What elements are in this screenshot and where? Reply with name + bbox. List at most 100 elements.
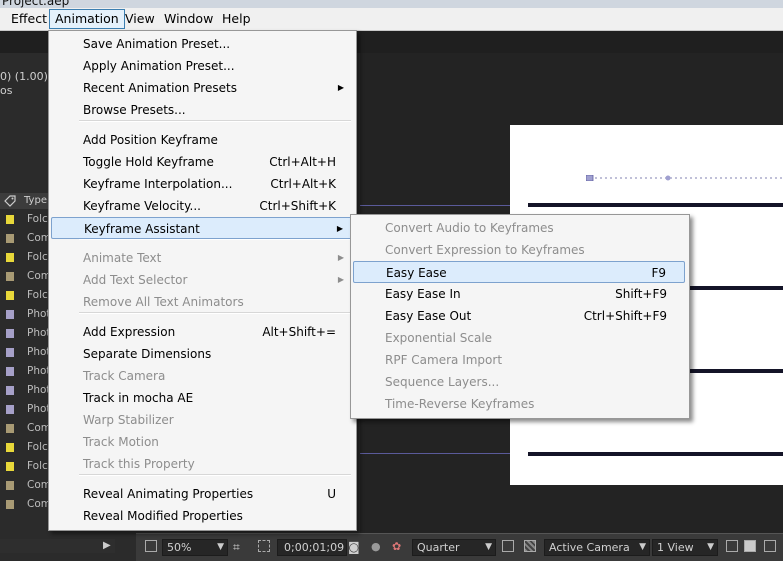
project-list-item[interactable]: Folc: [0, 286, 50, 305]
menu-item-track-in-mocha-ae[interactable]: Track in mocha AE: [51, 387, 352, 409]
menu-item-save-animation-preset[interactable]: Save Animation Preset...: [51, 33, 352, 55]
channel-icon[interactable]: ✿: [392, 540, 401, 553]
menu-item-remove-all-text-animators[interactable]: Remove All Text Animators: [51, 291, 352, 313]
label-color-swatch[interactable]: [6, 386, 14, 395]
view-layout-dropdown[interactable]: 1 View ▼: [652, 539, 718, 556]
fast-preview-icon[interactable]: [744, 540, 756, 552]
menu-item-keyframe-velocity[interactable]: Keyframe Velocity... Ctrl+Shift+K: [51, 195, 352, 217]
region-icon[interactable]: [145, 540, 157, 552]
tag-icon[interactable]: [4, 195, 16, 207]
label-color-swatch[interactable]: [6, 424, 14, 433]
menu-effect[interactable]: Effect: [6, 10, 52, 28]
keyframe-assistant-submenu: Convert Audio to Keyframes Convert Expres…: [350, 214, 690, 419]
toggle-pixel-icon[interactable]: [726, 540, 738, 552]
project-list-item[interactable]: Phot: [0, 400, 51, 419]
menu-item-browse-presets[interactable]: Browse Presets...: [51, 99, 352, 121]
label-color-swatch[interactable]: [6, 253, 14, 262]
submenu-item-easy-ease[interactable]: Easy Ease F9: [353, 261, 685, 283]
transparency-grid-icon[interactable]: [524, 540, 536, 552]
submenu-item-easy-ease-in[interactable]: Easy Ease In Shift+F9: [353, 283, 685, 305]
menu-item-add-expression[interactable]: Add Expression Alt+Shift+=: [51, 321, 352, 343]
submenu-item-rpf-camera-import[interactable]: RPF Camera Import: [353, 349, 685, 371]
submenu-item-convert-expression-to-keyframes[interactable]: Convert Expression to Keyframes: [353, 239, 685, 261]
project-scrollbar[interactable]: ▶: [0, 539, 115, 553]
label-color-swatch[interactable]: [6, 405, 14, 414]
scroll-right-icon[interactable]: ▶: [103, 540, 111, 551]
menu-item-track-motion[interactable]: Track Motion: [51, 431, 352, 453]
menu-item-label: Keyframe Interpolation...: [83, 177, 233, 191]
menu-item-shortcut: Ctrl+Alt+H: [269, 155, 336, 169]
menu-item-add-text-selector[interactable]: Add Text Selector ▶: [51, 269, 352, 291]
menu-item-label: Add Position Keyframe: [83, 133, 218, 147]
menu-item-separate-dimensions[interactable]: Separate Dimensions: [51, 343, 352, 365]
label-color-swatch[interactable]: [6, 329, 14, 338]
menu-item-reveal-animating-properties[interactable]: Reveal Animating Properties U: [51, 483, 352, 505]
project-list-item[interactable]: Phot: [0, 362, 51, 381]
type-column-header[interactable]: Type: [24, 195, 47, 206]
chevron-down-icon: ▼: [485, 542, 492, 552]
fit-icon[interactable]: ⌗: [233, 540, 240, 555]
label-color-swatch[interactable]: [6, 310, 14, 319]
show-snapshot-icon[interactable]: ●: [371, 540, 381, 553]
submenu-item-convert-audio-to-keyframes[interactable]: Convert Audio to Keyframes: [353, 217, 685, 239]
label-color-swatch[interactable]: [6, 481, 14, 490]
label-color-swatch[interactable]: [6, 272, 14, 281]
submenu-item-exponential-scale[interactable]: Exponential Scale: [353, 327, 685, 349]
motion-path[interactable]: [586, 175, 783, 181]
project-list-item[interactable]: Phot: [0, 381, 51, 400]
menu-item-track-camera[interactable]: Track Camera: [51, 365, 352, 387]
zoom-dropdown[interactable]: 50% ▼: [162, 539, 228, 556]
project-list-item[interactable]: Com: [0, 495, 51, 514]
menu-view[interactable]: View: [120, 10, 160, 28]
menu-window[interactable]: Window: [159, 10, 218, 28]
item-type: Folc: [27, 289, 48, 301]
menu-item-warp-stabilizer[interactable]: Warp Stabilizer: [51, 409, 352, 431]
label-color-swatch[interactable]: [6, 291, 14, 300]
label-color-swatch[interactable]: [6, 234, 14, 243]
resolution-dropdown[interactable]: Quarter ▼: [412, 539, 496, 556]
menu-item-recent-animation-presets[interactable]: Recent Animation Presets ▶: [51, 77, 352, 99]
safe-zones-icon[interactable]: [258, 540, 270, 552]
project-list-item[interactable]: Com: [0, 419, 51, 438]
menu-help[interactable]: Help: [217, 10, 256, 28]
project-list-item[interactable]: Com: [0, 229, 51, 248]
project-list-item[interactable]: Folc: [0, 248, 50, 267]
project-list-item[interactable]: Folc: [0, 457, 50, 476]
project-list-item[interactable]: Folc: [0, 210, 50, 229]
menu-item-reveal-modified-properties[interactable]: Reveal Modified Properties: [51, 505, 352, 527]
label-color-swatch[interactable]: [6, 215, 14, 224]
label-color-swatch[interactable]: [6, 462, 14, 471]
menu-item-apply-animation-preset[interactable]: Apply Animation Preset...: [51, 55, 352, 77]
label-color-swatch[interactable]: [6, 500, 14, 509]
info-readout: 0) (1.00) os: [0, 70, 48, 98]
menu-item-add-position-keyframe[interactable]: Add Position Keyframe: [51, 129, 352, 151]
menu-item-animate-text[interactable]: Animate Text ▶: [51, 247, 352, 269]
label-color-swatch[interactable]: [6, 367, 14, 376]
project-list-item[interactable]: Folc: [0, 438, 50, 457]
camera-snapshot-icon[interactable]: ◙: [348, 540, 360, 554]
menu-item-label: Separate Dimensions: [83, 347, 212, 361]
submenu-item-time-reverse-keyframes[interactable]: Time-Reverse Keyframes: [353, 393, 685, 415]
roi-icon[interactable]: [502, 540, 514, 552]
timeline-icon[interactable]: [764, 540, 776, 552]
project-list-item[interactable]: Phot: [0, 305, 51, 324]
menu-item-track-this-property[interactable]: Track this Property: [51, 453, 352, 475]
label-color-swatch[interactable]: [6, 348, 14, 357]
camera-dropdown[interactable]: Active Camera ▼: [544, 539, 650, 556]
menu-item-keyframe-assistant[interactable]: Keyframe Assistant ▶: [51, 217, 352, 239]
project-list-item[interactable]: Phot: [0, 324, 51, 343]
menu-item-keyframe-interpolation[interactable]: Keyframe Interpolation... Ctrl+Alt+K: [51, 173, 352, 195]
menu-item-toggle-hold-keyframe[interactable]: Toggle Hold Keyframe Ctrl+Alt+H: [51, 151, 352, 173]
menu-item-label: Easy Ease In: [385, 287, 461, 301]
menu-animation[interactable]: Animation: [49, 9, 125, 29]
project-list-item[interactable]: Phot: [0, 343, 51, 362]
project-list-item[interactable]: Com: [0, 267, 51, 286]
label-color-swatch[interactable]: [6, 443, 14, 452]
menu-item-label: Convert Expression to Keyframes: [385, 243, 585, 257]
menu-item-label: Time-Reverse Keyframes: [385, 397, 535, 411]
submenu-item-easy-ease-out[interactable]: Easy Ease Out Ctrl+Shift+F9: [353, 305, 685, 327]
project-list-item[interactable]: Com: [0, 476, 51, 495]
timecode-display[interactable]: 0;00;01;09: [277, 539, 347, 556]
submenu-item-sequence-layers[interactable]: Sequence Layers...: [353, 371, 685, 393]
menu-item-shortcut: Alt+Shift+=: [262, 325, 336, 339]
